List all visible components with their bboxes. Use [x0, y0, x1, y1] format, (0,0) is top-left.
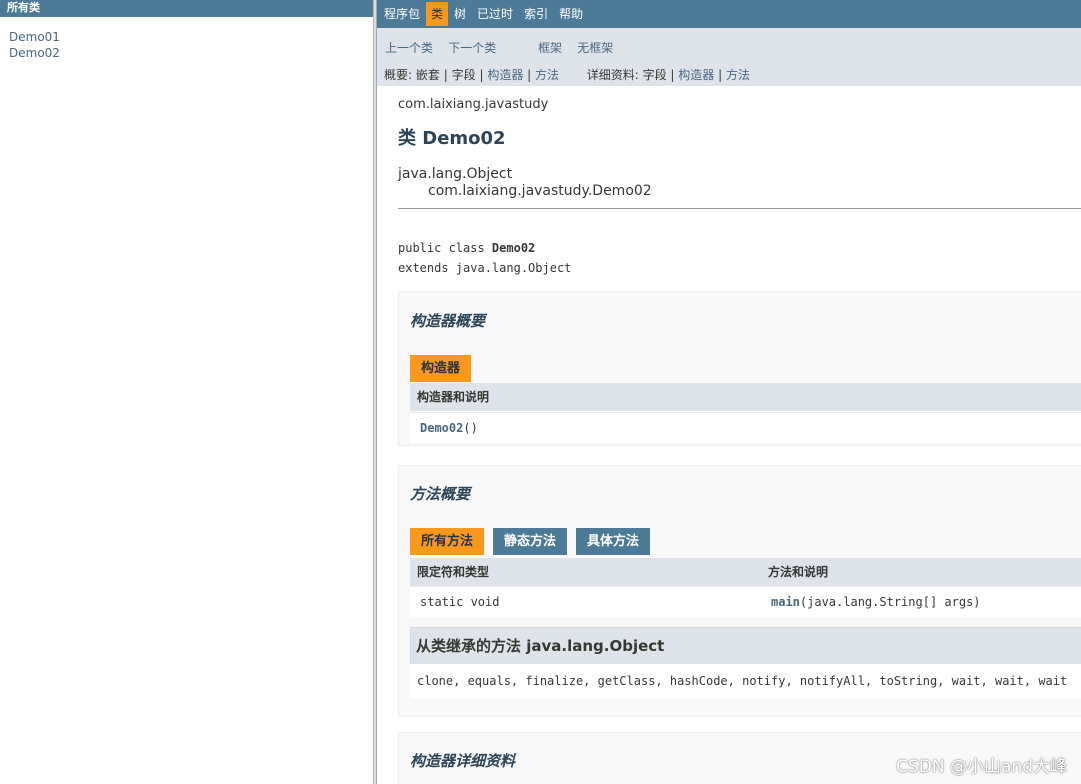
tab-static-methods[interactable]: 静态方法 — [493, 528, 568, 555]
divider — [398, 208, 1081, 209]
constructor-table-header: 构造器和说明 — [410, 383, 1081, 411]
tab-all-methods[interactable]: 所有方法 — [410, 528, 485, 555]
inheritance-parent: java.lang.Object — [398, 166, 513, 182]
summary-nested: 嵌套 — [415, 68, 440, 82]
class-declaration: public class Demo02 extends java.lang.Ob… — [398, 238, 571, 278]
constructor-detail-heading: 构造器详细资料 — [410, 752, 516, 770]
prev-class-link[interactable]: 上一个类 — [385, 41, 433, 55]
frames-link[interactable]: 框架 — [538, 41, 562, 55]
method-summary-heading: 方法概要 — [410, 485, 471, 503]
nav-deprecated[interactable]: 已过时 — [472, 0, 518, 28]
all-classes-frame: 所有类 Demo01 Demo02 — [0, 0, 373, 784]
class-link-demo01[interactable]: Demo01 — [9, 29, 373, 45]
nav-index[interactable]: 索引 — [519, 0, 553, 28]
declaration-extends: extends java.lang.Object — [398, 261, 572, 275]
tab-constructors[interactable]: 构造器 — [410, 355, 472, 382]
constructor-demo02-link[interactable]: Demo02 — [410, 421, 463, 435]
method-table-header: 限定符和类型 方法和说明 — [410, 558, 1081, 586]
summary-field: 字段 — [451, 68, 476, 82]
summary-method-link[interactable]: 方法 — [535, 68, 559, 82]
class-list: Demo01 Demo02 — [0, 17, 373, 61]
constructor-params: () — [463, 421, 478, 435]
tab-concrete-methods[interactable]: 具体方法 — [576, 528, 651, 555]
package-name: com.laixiang.javastudy — [398, 97, 549, 112]
sub-nav-row-links: 上一个类 下一个类 框架 无框架 — [385, 39, 613, 56]
page-title: 类 Demo02 — [398, 128, 506, 149]
declaration-prefix: public class — [398, 241, 492, 255]
method-params: (java.lang.String[] args) — [799, 595, 981, 609]
next-class-link[interactable]: 下一个类 — [448, 41, 496, 55]
summary-constructor-link[interactable]: 构造器 — [487, 68, 523, 82]
inherited-methods-text[interactable]: clone, equals, finalize, getClass, hashC… — [410, 674, 1067, 688]
table-row: Demo02() — [410, 412, 1081, 443]
inherited-methods-heading: 从类继承的方法 java.lang.Object — [416, 637, 665, 655]
sub-nav-row-summary: 概要: 嵌套 | 字段 | 构造器 | 方法 详细资料: 字段 | 构造器 | … — [384, 68, 751, 82]
detail-constructor-link[interactable]: 构造器 — [678, 68, 714, 82]
table-row: static void main(java.lang.String[] args… — [410, 586, 1081, 617]
no-frames-link[interactable]: 无框架 — [577, 41, 613, 55]
method-main-link[interactable]: main — [771, 595, 800, 609]
class-doc-frame: 程序包 类 树 已过时 索引 帮助 上一个类 下一个类 框架 无框架 概要: 嵌… — [377, 0, 1081, 784]
modifier-column-header: 限定符和类型 — [417, 565, 490, 579]
method-summary-block: 方法概要 所有方法 静态方法 具体方法 限定符和类型 方法和说明 static … — [398, 465, 1081, 717]
nav-help[interactable]: 帮助 — [554, 0, 588, 28]
nav-package[interactable]: 程序包 — [379, 0, 425, 28]
top-nav-bar: 程序包 类 树 已过时 索引 帮助 — [377, 0, 1081, 28]
inherited-methods-list: clone, equals, finalize, getClass, hashC… — [410, 664, 1081, 698]
sub-nav-bar: 上一个类 下一个类 框架 无框架 概要: 嵌套 | 字段 | 构造器 | 方法 … — [377, 28, 1081, 86]
method-modifier: static void — [420, 595, 500, 609]
detail-field: 字段 — [642, 68, 667, 82]
detail-method-link[interactable]: 方法 — [726, 68, 750, 82]
inheritance-child: com.laixiang.javastudy.Demo02 — [428, 183, 652, 199]
constructor-summary-heading: 构造器概要 — [410, 312, 486, 330]
nav-tree[interactable]: 树 — [449, 0, 471, 28]
detail-label: 详细资料: — [586, 68, 639, 82]
method-column-header: 方法和说明 — [768, 565, 829, 579]
watermark: CSDN @小山and大峰 — [896, 757, 1067, 777]
declaration-class-name: Demo02 — [491, 241, 536, 255]
all-classes-header: 所有类 — [0, 0, 373, 17]
summary-label: 概要: — [384, 68, 413, 82]
class-link-demo02[interactable]: Demo02 — [9, 45, 373, 61]
constructor-summary-block: 构造器概要 构造器 构造器和说明 Demo02() — [398, 291, 1081, 446]
nav-class: 类 — [426, 2, 449, 26]
constructor-column-header: 构造器和说明 — [417, 390, 490, 404]
inherited-methods-header: 从类继承的方法 java.lang.Object — [410, 627, 1081, 665]
